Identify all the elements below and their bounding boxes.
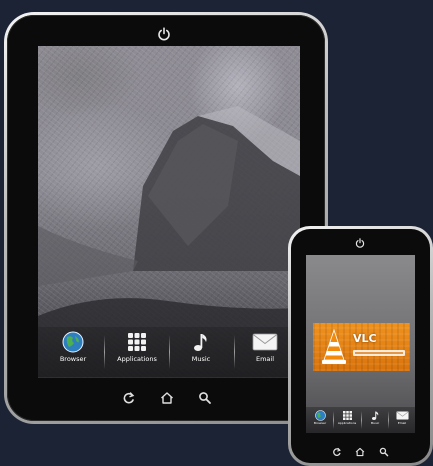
dock-divider — [104, 335, 105, 369]
back-icon[interactable] — [122, 391, 136, 405]
dock-label-browser: Browser — [59, 355, 87, 363]
globe-icon — [314, 410, 326, 421]
envelope-icon — [252, 333, 278, 351]
dock-item-email[interactable]: Email — [236, 331, 294, 363]
vlc-wordmark — [353, 349, 405, 359]
dock-item-email[interactable]: Email — [390, 410, 414, 426]
dock-item-browser[interactable]: Browser — [308, 410, 332, 426]
phone-screen: VLC Browser Applications Music Email — [306, 255, 415, 433]
dock-label-music: Music — [191, 355, 211, 363]
dock-label-email: Email — [255, 355, 275, 363]
vlc-cone-icon — [322, 329, 346, 364]
phone-bezel: VLC Browser Applications Music Email — [291, 229, 430, 463]
dock-divider — [234, 335, 235, 369]
globe-icon — [62, 331, 84, 353]
dock-divider — [361, 411, 362, 429]
dock-label-music: Music — [370, 421, 380, 425]
search-icon[interactable] — [379, 447, 389, 457]
phone-device: VLC Browser Applications Music Email — [288, 226, 433, 466]
dock-label-browser: Browser — [313, 421, 327, 425]
app-grid-icon — [342, 411, 352, 420]
dock-item-browser[interactable]: Browser — [44, 331, 102, 363]
tablet-dock: Browser Applications Music Email — [38, 327, 300, 377]
music-note-icon — [194, 334, 207, 351]
tablet-screen: Browser Applications Music Email — [38, 46, 300, 378]
dock-divider — [333, 411, 334, 429]
dock-label-applications: Applications — [117, 355, 157, 363]
phone-dock: Browser Applications Music Email — [306, 407, 415, 433]
home-icon[interactable] — [160, 391, 174, 405]
tablet-nav-bar — [7, 389, 325, 409]
vlc-banner[interactable]: VLC — [313, 323, 410, 371]
envelope-icon — [395, 411, 409, 420]
vlc-wordmark-graphic — [353, 350, 405, 356]
back-icon[interactable] — [332, 447, 342, 457]
device-showcase: Browser Applications Music Email VLC Bro… — [0, 0, 433, 466]
tablet-bezel: Browser Applications Music Email — [7, 15, 325, 421]
power-icon[interactable] — [355, 238, 365, 248]
home-icon[interactable] — [355, 447, 365, 457]
tablet-device: Browser Applications Music Email — [4, 12, 328, 424]
dock-divider — [169, 335, 170, 369]
vlc-title: VLC — [353, 332, 377, 345]
dock-item-music[interactable]: Music — [363, 410, 387, 426]
dock-item-music[interactable]: Music — [172, 331, 230, 363]
power-icon[interactable] — [157, 27, 171, 41]
dock-item-applications[interactable]: Applications — [335, 410, 359, 426]
app-grid-icon — [128, 333, 146, 351]
search-icon[interactable] — [198, 391, 212, 405]
dock-divider — [388, 411, 389, 429]
phone-nav-bar — [291, 446, 430, 460]
music-note-icon — [371, 411, 378, 420]
dock-label-applications: Applications — [337, 421, 357, 425]
dock-label-email: Email — [397, 421, 407, 425]
dock-item-applications[interactable]: Applications — [108, 331, 166, 363]
